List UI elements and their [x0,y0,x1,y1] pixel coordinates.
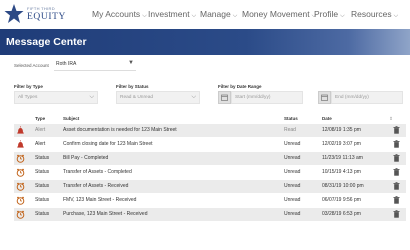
row-status: Unread [284,197,301,203]
row-status: Read [284,127,296,133]
account-select[interactable]: Roth IRA ▼ [54,58,136,71]
nav-my-accounts[interactable]: My Accounts ⌵ [92,9,147,20]
clock-icon [16,182,25,191]
account-select-value: Roth IRA [56,61,77,67]
row-subject: Transfer of Assets - Completed [63,169,132,175]
table-row[interactable]: Status Purchase, 123 Main Street - Receiv… [14,208,406,221]
trash-icon[interactable] [393,196,400,204]
page-title: Message Center [6,36,87,48]
nav-resources[interactable]: Resources ⌵ [351,9,398,20]
brand-small-text: FIFTH THIRD [27,6,55,11]
table-header: Type Subject Status Date ⇕ [0,114,410,123]
clock-icon [16,196,25,205]
alert-icon [17,140,24,148]
trash-icon[interactable] [393,154,400,162]
filter-status-value: Read & Unread [120,95,154,100]
table-row[interactable]: Alert Confirm closing date for 123 Main S… [14,138,406,151]
row-date: 08/31/19 10:00 pm [322,183,364,189]
header-subject[interactable]: Subject [63,116,79,121]
nav-profile[interactable]: Profile ⌵ [314,9,345,20]
filter-type-value: All Types [18,95,38,100]
nav-label: Profile [314,9,339,19]
nav-label: Manage [200,9,231,19]
row-type: Status [35,211,50,217]
row-subject: FMV, 123 Main Street - Received [63,197,137,203]
brand-name: EQUITY [27,12,66,22]
filter-type-label: Filter by Type [14,84,43,89]
header-status[interactable]: Status [284,116,298,121]
filter-date-label: Filter by Date Range [218,84,262,89]
nav-label: My Accounts [92,9,141,19]
calendar-icon[interactable] [218,91,231,104]
row-subject: Transfer of Assets - Received [63,183,129,189]
nav-label: Money Movement [242,9,310,19]
header-type[interactable]: Type [35,116,45,121]
brand-logo[interactable]: FIFTH THIRD EQUITY [4,3,66,27]
trash-icon[interactable] [393,182,400,190]
chevron-down-icon: ⌵ [191,13,197,19]
sort-icon[interactable]: ⇕ [389,116,393,122]
page-banner: Message Center [0,29,410,55]
row-status: Unread [284,183,301,189]
clock-icon [16,210,25,219]
row-subject: Bill Pay - Completed [63,155,109,161]
row-type: Alert [35,127,46,133]
row-date: 12/08/19 1:35 pm [322,127,361,133]
row-subject: Asset documentation is needed for 123 Ma… [63,127,177,133]
chevron-down-icon: ⌵ [340,13,345,19]
filter-status-select[interactable]: Read & Unread ⌵ [116,91,200,104]
row-type: Status [35,197,50,203]
header-date[interactable]: Date [322,116,332,121]
row-type: Status [35,169,50,175]
nav-money-movement[interactable]: Money Movement ⌵ [242,9,316,20]
chevron-down-icon: ⌵ [191,94,196,100]
filter-status-label: Filter by Status [116,84,149,89]
chevron-down-icon: ⌵ [232,13,238,19]
nav-label: Investment [148,9,190,19]
chevron-down-icon: ⌵ [142,13,147,19]
nav-investment[interactable]: Investment ⌵ [148,9,196,20]
table-row[interactable]: Status Transfer of Assets - Completed Unre… [14,166,406,179]
trash-icon[interactable] [393,140,400,148]
row-date: 12/02/19 3:07 pm [322,141,361,147]
row-status: Unread [284,155,301,161]
trash-icon[interactable] [393,126,400,134]
row-status: Unread [284,169,301,175]
trash-icon[interactable] [393,168,400,176]
row-date: 03/28/19 6:53 pm [322,211,361,217]
row-type: Alert [35,141,46,147]
row-subject: Confirm closing date for 123 Main Street [63,141,153,147]
row-status: Unread [284,141,301,147]
table-row[interactable]: Alert Asset documentation is needed for 1… [14,124,406,137]
filter-type-select[interactable]: All Types ⌵ [14,91,98,104]
start-date-input[interactable]: Start (mm/dd/yy) [231,91,303,104]
end-date-input[interactable]: End (mm/dd/yy) [331,91,403,104]
top-nav: FIFTH THIRD EQUITY My Accounts ⌵ Investme… [0,0,410,29]
row-status: Unread [284,211,301,217]
nav-label: Resources [351,9,392,19]
row-date: 06/07/19 9:56 pm [322,197,361,203]
selected-account-label: Selected Account [14,63,49,68]
trash-icon[interactable] [393,210,400,218]
row-type: Status [35,155,50,161]
chevron-down-icon: ⌵ [393,13,399,19]
table-row[interactable]: Status Transfer of Assets - Received Unrea… [14,180,406,193]
star-logo-icon [4,4,24,23]
row-date: 10/15/19 4:13 pm [322,169,361,175]
row-subject: Purchase, 123 Main Street - Received [63,211,148,217]
chevron-down-icon: ⌵ [89,94,94,100]
table-row[interactable]: Status Bill Pay - Completed Unread 11/23/19… [14,152,406,165]
nav-manage[interactable]: Manage ⌵ [200,9,237,20]
alert-icon [17,126,24,134]
clock-icon [16,168,25,177]
calendar-icon[interactable] [318,91,331,104]
clock-icon [16,154,25,163]
start-date-placeholder: Start (mm/dd/yy) [235,95,271,100]
row-type: Status [35,183,50,189]
row-date: 11/23/19 11:13 am [322,155,363,161]
table-row[interactable]: Status FMV, 123 Main Street - Received Unr… [14,194,406,207]
caret-down-icon: ▼ [128,60,134,66]
end-date-placeholder: End (mm/dd/yy) [335,95,369,100]
